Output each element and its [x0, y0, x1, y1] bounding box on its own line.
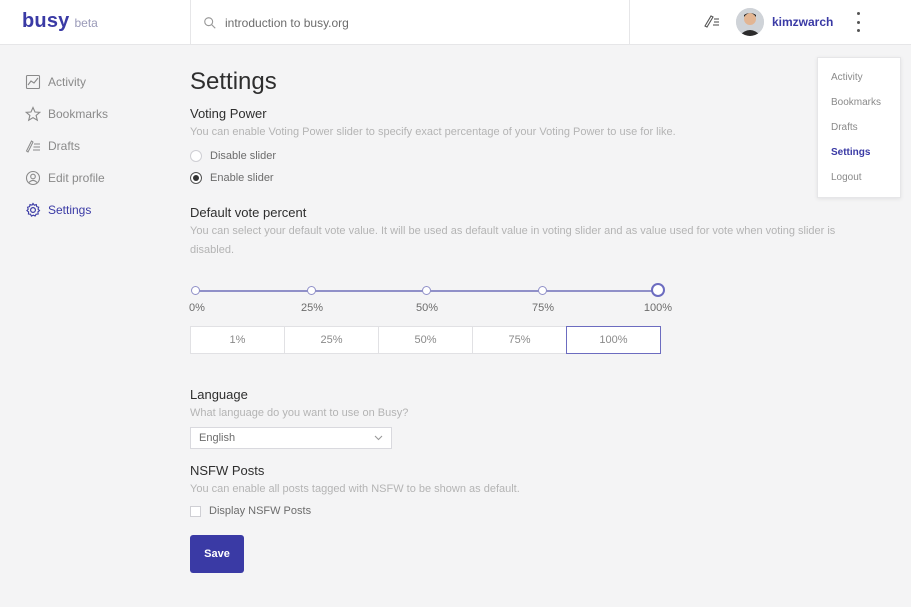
activity-icon — [25, 74, 41, 90]
enable-slider-radio[interactable] — [190, 172, 202, 184]
search-icon — [204, 16, 216, 29]
menu-item-bookmarks[interactable]: Bookmarks — [818, 90, 900, 115]
avatar[interactable] — [736, 8, 764, 36]
nsfw-title: NSFW Posts — [190, 463, 265, 478]
sidebar-item-settings[interactable]: Settings — [24, 194, 174, 226]
vote-50-button[interactable]: 50% — [378, 326, 473, 354]
slider-label-75: 75% — [531, 302, 555, 314]
slider-label-25: 25% — [300, 302, 324, 314]
save-button[interactable]: Save — [190, 535, 244, 573]
language-value: English — [199, 432, 236, 444]
language-description: What language do you want to use on Busy… — [190, 407, 409, 419]
vote-100-button[interactable]: 100% — [566, 326, 661, 354]
sidebar-item-label: Drafts — [48, 139, 81, 153]
star-icon — [25, 106, 41, 122]
brand-tag: beta — [74, 16, 98, 30]
slider-stop-50[interactable] — [422, 286, 431, 295]
vote-percent-buttons: 1% 25% 50% 75% 100% — [190, 326, 880, 354]
radio-label: Enable slider — [210, 172, 274, 184]
slider-stop-0[interactable] — [191, 286, 200, 295]
vote-75-button[interactable]: 75% — [472, 326, 567, 354]
search-bar — [190, 0, 630, 45]
slider-stop-25[interactable] — [307, 286, 316, 295]
sidebar-item-label: Activity — [48, 75, 87, 89]
menu-item-drafts[interactable]: Drafts — [818, 115, 900, 140]
chevron-down-icon — [374, 435, 383, 441]
sidebar-item-activity[interactable]: Activity — [24, 66, 174, 98]
sidebar-item-edit-profile[interactable]: Edit profile — [24, 162, 174, 194]
disable-slider-option[interactable]: Disable slider — [190, 145, 880, 167]
sidebar-item-label: Bookmarks — [48, 107, 109, 121]
sidebar-item-label: Settings — [48, 203, 92, 217]
radio-label: Disable slider — [210, 150, 277, 162]
slider-stop-75[interactable] — [538, 286, 547, 295]
username-link[interactable]: kimzwarch — [772, 15, 833, 29]
disable-slider-radio[interactable] — [190, 150, 202, 162]
nsfw-description: You can enable all posts tagged with NSF… — [190, 483, 520, 495]
slider-label-100: 100% — [643, 302, 673, 314]
left-sidebar: Activity Bookmarks Drafts Edit profile S… — [24, 66, 174, 226]
voting-power-title: Voting Power — [190, 106, 267, 121]
vote-slider[interactable]: 0% 25% 50% 75% 100% — [189, 276, 880, 318]
nsfw-checkbox[interactable] — [190, 505, 201, 517]
page-title: Settings — [190, 68, 277, 95]
nsfw-option[interactable]: Display NSFW Posts — [190, 501, 880, 521]
voting-power-description: You can enable Voting Power slider to sp… — [190, 126, 676, 138]
search-input[interactable] — [225, 15, 605, 30]
user-dropdown-menu: Activity Bookmarks Drafts Settings Logou… — [817, 57, 901, 198]
default-vote-title: Default vote percent — [190, 205, 307, 220]
default-vote-description: You can select your default vote value. … — [190, 225, 836, 256]
write-button[interactable] — [700, 10, 722, 32]
more-menu-button[interactable] — [850, 10, 866, 34]
profile-icon — [25, 170, 41, 186]
settings-content: Settings Voting Power You can enable Vot… — [189, 68, 880, 573]
vote-25-button[interactable]: 25% — [284, 326, 379, 354]
language-title: Language — [190, 387, 248, 402]
slider-label-0: 0% — [189, 302, 205, 314]
write-icon — [704, 15, 719, 28]
vote-1-button[interactable]: 1% — [190, 326, 285, 354]
checkbox-label: Display NSFW Posts — [209, 505, 312, 517]
menu-item-settings[interactable]: Settings — [818, 140, 900, 165]
menu-item-logout[interactable]: Logout — [818, 165, 900, 190]
enable-slider-option[interactable]: Enable slider — [190, 167, 880, 189]
language-select[interactable]: English — [190, 427, 392, 449]
brand-name: busy — [22, 10, 70, 32]
settings-icon — [26, 202, 41, 217]
menu-item-activity[interactable]: Activity — [818, 65, 900, 90]
more-vertical-icon — [856, 12, 860, 15]
sidebar-item-label: Edit profile — [48, 171, 105, 185]
brand-logo[interactable]: busy beta — [22, 10, 98, 33]
top-bar: busy beta kimzwarch — [0, 0, 911, 45]
sidebar-item-drafts[interactable]: Drafts — [24, 130, 174, 162]
drafts-icon — [25, 140, 40, 153]
slider-handle[interactable] — [651, 283, 665, 297]
slider-label-50: 50% — [415, 302, 439, 314]
sidebar-item-bookmarks[interactable]: Bookmarks — [24, 98, 174, 130]
